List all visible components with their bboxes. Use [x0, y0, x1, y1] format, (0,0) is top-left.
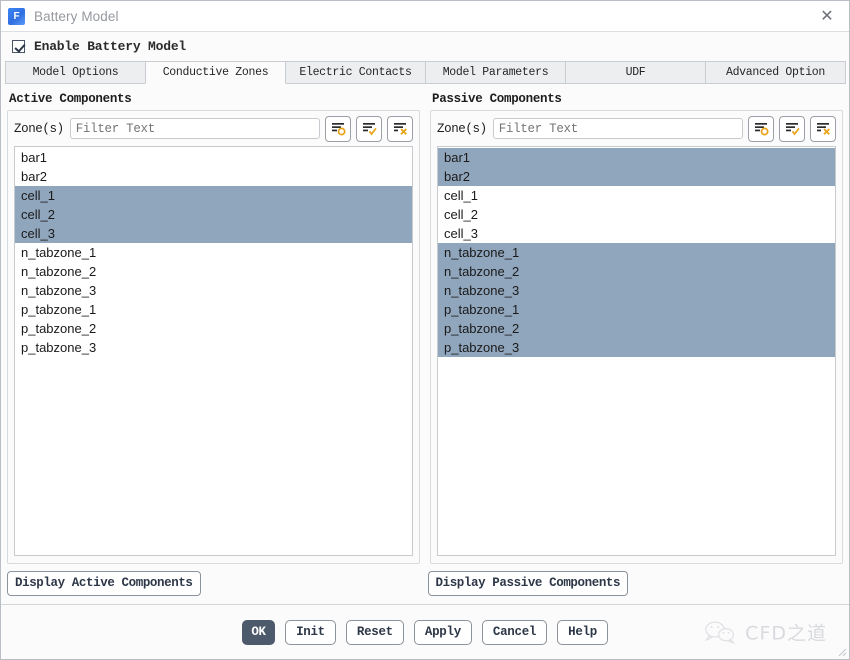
list-item[interactable]: cell_1 [15, 186, 412, 205]
passive-filter-list-x-icon[interactable] [810, 115, 836, 142]
tab-advanced-option[interactable]: Advanced Option [705, 61, 846, 84]
list-item[interactable]: n_tabzone_3 [15, 281, 412, 300]
init-button[interactable]: Init [285, 619, 336, 645]
passive-components-title: Passive Components [432, 92, 562, 106]
active-filter-row: Zone(s) [14, 115, 413, 142]
list-item[interactable]: cell_1 [438, 186, 835, 205]
list-item[interactable]: n_tabzone_1 [438, 243, 835, 262]
passive-filter-input[interactable] [492, 118, 743, 139]
list-item[interactable]: n_tabzone_3 [438, 281, 835, 300]
list-item[interactable]: cell_2 [438, 205, 835, 224]
tab-model-options[interactable]: Model Options [5, 61, 146, 84]
active-filter-input[interactable] [69, 118, 320, 139]
list-item[interactable]: cell_3 [438, 224, 835, 243]
list-item[interactable]: bar2 [438, 167, 835, 186]
dialog-footer: OK Init Reset Apply Cancel Help CFD之道 [1, 604, 849, 659]
reset-button[interactable]: Reset [345, 619, 404, 645]
list-item[interactable]: n_tabzone_2 [15, 262, 412, 281]
tab-strip: Model Options Conductive Zones Electric … [1, 61, 849, 84]
list-item[interactable]: cell_2 [15, 205, 412, 224]
list-item[interactable]: p_tabzone_1 [438, 300, 835, 319]
list-item[interactable]: bar1 [15, 148, 412, 167]
display-passive-half: Display Passive Components [423, 571, 844, 596]
window-title: Battery Model [34, 8, 119, 24]
list-item[interactable]: p_tabzone_2 [438, 319, 835, 338]
battery-model-dialog: F Battery Model ✕ Enable Battery Model M… [0, 0, 850, 660]
display-passive-components-button[interactable]: Display Passive Components [427, 571, 629, 596]
tab-model-parameters[interactable]: Model Parameters [425, 61, 566, 84]
watermark-text: CFD之道 [745, 622, 827, 645]
list-item[interactable]: n_tabzone_2 [438, 262, 835, 281]
list-item[interactable]: cell_3 [15, 224, 412, 243]
passive-zones-listbox[interactable]: bar1 bar2 cell_1 cell_2 cell_3 n_tabzone… [437, 146, 836, 556]
list-item[interactable]: n_tabzone_1 [15, 243, 412, 262]
active-components-panel: Active Components Zone(s) Filter Text ba… [7, 92, 425, 564]
active-zones-listbox[interactable]: bar1 bar2 cell_1 cell_2 cell_3 n_tabzone… [14, 146, 413, 556]
passive-components-panel: Passive Components Zone(s) Filter Text b… [425, 92, 843, 564]
tab-udf[interactable]: UDF [565, 61, 706, 84]
list-item[interactable]: p_tabzone_2 [15, 319, 412, 338]
enable-battery-model-checkbox[interactable] [12, 40, 25, 53]
passive-filter-list-circle-icon[interactable] [748, 115, 774, 142]
list-item[interactable]: p_tabzone_1 [15, 300, 412, 319]
help-button[interactable]: Help [557, 619, 608, 645]
tab-conductive-zones[interactable]: Conductive Zones [145, 61, 286, 84]
active-zones-label: Zone(s) [14, 121, 64, 136]
cancel-button[interactable]: Cancel [481, 619, 548, 645]
active-filter-list-circle-icon[interactable] [325, 115, 351, 142]
active-filter-list-check-icon[interactable] [356, 115, 382, 142]
list-item[interactable]: bar1 [438, 148, 835, 167]
resize-grip-icon[interactable] [835, 645, 847, 657]
watermark: CFD之道 [703, 619, 827, 646]
apply-button[interactable]: Apply [413, 619, 472, 645]
title-bar: F Battery Model ✕ [1, 1, 849, 32]
passive-components-group: Zone(s) Filter Text bar1 bar2 cell_1 cel… [430, 110, 843, 564]
display-active-components-button[interactable]: Display Active Components [7, 571, 201, 596]
active-components-title: Active Components [9, 92, 132, 106]
active-filter-list-x-icon[interactable] [387, 115, 413, 142]
list-item[interactable]: bar2 [15, 167, 412, 186]
fluent-f-icon: F [8, 7, 25, 25]
conductive-zones-content: Active Components Zone(s) Filter Text ba… [1, 84, 849, 564]
close-icon[interactable]: ✕ [805, 1, 849, 31]
list-item[interactable]: p_tabzone_3 [438, 338, 835, 357]
passive-filter-list-check-icon[interactable] [779, 115, 805, 142]
wechat-icon [704, 620, 736, 644]
tab-electric-contacts[interactable]: Electric Contacts [285, 61, 426, 84]
passive-zones-label: Zone(s) [437, 121, 487, 136]
enable-battery-model-row[interactable]: Enable Battery Model [1, 32, 849, 61]
list-item[interactable]: p_tabzone_3 [15, 338, 412, 357]
passive-filter-row: Zone(s) [437, 115, 836, 142]
enable-battery-model-label: Enable Battery Model [34, 39, 187, 54]
active-components-group: Zone(s) Filter Text bar1 bar2 cell_1 cel… [7, 110, 420, 564]
ok-button[interactable]: OK [242, 619, 276, 645]
display-active-half: Display Active Components [7, 571, 423, 596]
display-buttons-row: Display Active Components Display Passiv… [1, 564, 849, 604]
